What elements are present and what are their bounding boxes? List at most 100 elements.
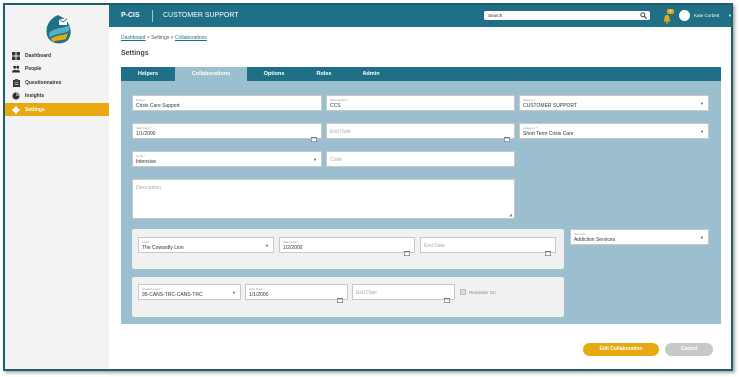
reminder-label: Reminder On xyxy=(469,289,496,295)
sidebar-item-settings[interactable]: Settings xyxy=(5,103,109,116)
user-name[interactable]: Kate Corbett xyxy=(694,13,719,18)
lead-select[interactable]: Lead * The Cowardly Lion ▼ xyxy=(138,237,274,253)
clipboard-icon xyxy=(12,78,20,87)
app-logo xyxy=(43,13,73,47)
sidebar-item-label: Insights xyxy=(25,93,45,99)
field-label: Name * xyxy=(136,98,147,102)
calendar-icon[interactable] xyxy=(337,290,343,303)
header-divider xyxy=(152,10,153,22)
questionnaire-select[interactable]: Questionnaire * 95-CANS-TRC-CANS-TRC ▼ xyxy=(138,284,241,300)
notification-badge: 4 xyxy=(667,9,674,14)
edit-collaboration-button[interactable]: Edit Collaboration xyxy=(583,343,659,356)
calendar-icon[interactable] xyxy=(311,129,317,142)
tab-roles[interactable]: Roles xyxy=(301,67,347,81)
chevron-down-icon: ▼ xyxy=(700,129,704,134)
field-label: Questionnaire * xyxy=(142,287,163,291)
people-icon xyxy=(12,65,20,73)
field-label: Start Date * xyxy=(136,126,152,130)
tab-helpers[interactable]: Helpers xyxy=(121,67,175,81)
field-value: 1/1/2000 xyxy=(249,292,269,298)
description-field[interactable]: Description ◢ xyxy=(132,179,515,219)
services-select[interactable]: Services Addiction Services ▼ xyxy=(570,229,709,245)
search-icon[interactable] xyxy=(640,12,647,19)
field-placeholder: End Date xyxy=(330,129,351,135)
gear-icon xyxy=(12,105,20,114)
dashboard-icon xyxy=(12,51,20,60)
tab-options[interactable]: Options xyxy=(247,67,301,81)
field-label: Lead * xyxy=(142,240,151,244)
chevron-down-icon: ▼ xyxy=(700,101,704,106)
reminder-checkbox[interactable] xyxy=(460,289,466,295)
avatar[interactable] xyxy=(679,10,690,21)
field-label: Agency * xyxy=(523,98,536,102)
module-name: CUSTOMER SUPPORT xyxy=(163,12,239,19)
field-value: Crisis Care Support xyxy=(136,103,180,109)
agency-select[interactable]: Agency * CUSTOMER SUPPORT ▼ xyxy=(519,95,709,111)
field-label: Start Date * xyxy=(249,287,265,291)
abbreviation-field[interactable]: Abbreviation * CCS xyxy=(326,95,515,111)
sidebar-item-dashboard[interactable]: Dashboard xyxy=(5,49,109,62)
field-label: Start Date * xyxy=(283,240,299,244)
questionnaire-section: Questionnaire * 95-CANS-TRC-CANS-TRC ▼ S… xyxy=(132,277,564,317)
lead-end-date-field[interactable]: End Date xyxy=(420,237,556,256)
breadcrumb-dashboard[interactable]: Dashboard xyxy=(121,35,145,41)
code-field[interactable]: Code xyxy=(326,151,515,167)
breadcrumb: Dashboard > Settings > Collaborations xyxy=(121,35,207,41)
chevron-down-icon: ▼ xyxy=(313,157,317,162)
page-title: Settings xyxy=(121,50,149,57)
calendar-icon[interactable] xyxy=(545,243,551,256)
sidebar-item-questionnaires[interactable]: Questionnaires xyxy=(5,76,109,89)
breadcrumb-collaborations[interactable]: Collaborations xyxy=(175,35,207,41)
field-value: CCS xyxy=(330,103,341,109)
app-window: Dashboard People Questionnaires Insights xyxy=(3,3,733,371)
resize-handle-icon[interactable]: ◢ xyxy=(509,212,512,217)
calendar-icon[interactable] xyxy=(404,243,410,256)
level-select[interactable]: Level * Intensive ▼ xyxy=(132,151,322,167)
field-value: Intensive xyxy=(136,159,157,165)
collaboration-form: Name * Crisis Care Support Abbreviation … xyxy=(121,81,721,324)
category-select[interactable]: Category * Short Term Crisis Care ▼ xyxy=(519,123,709,139)
sidebar-item-insights[interactable]: Insights xyxy=(5,90,109,103)
chevron-down-icon[interactable]: ▼ xyxy=(728,13,731,18)
pie-chart-icon xyxy=(12,92,20,100)
sidebar-item-label: Settings xyxy=(25,106,45,113)
field-label: Category * xyxy=(523,126,538,130)
tab-collaborations[interactable]: Collaborations xyxy=(175,67,247,81)
cancel-button[interactable]: Cancel xyxy=(665,343,713,356)
lead-start-date-field[interactable]: Start Date * 1/2/2000 xyxy=(279,237,415,256)
field-placeholder: Code xyxy=(330,157,342,163)
field-placeholder: Description xyxy=(136,185,162,191)
calendar-icon[interactable] xyxy=(444,290,450,303)
questionnaire-start-date-field[interactable]: Start Date * 1/1/2000 xyxy=(245,284,348,303)
end-date-field[interactable]: End Date xyxy=(326,123,515,142)
field-value: 1/1/2000 xyxy=(136,131,156,137)
sidebar-nav: Dashboard People Questionnaires Insights xyxy=(5,49,109,117)
sidebar-item-label: Dashboard xyxy=(25,52,52,59)
field-placeholder: End Date xyxy=(424,243,445,249)
chevron-down-icon: ▼ xyxy=(700,235,704,240)
field-placeholder: End Date xyxy=(356,290,377,296)
start-date-field[interactable]: Start Date * 1/1/2000 xyxy=(132,123,322,142)
top-header: P-CIS CUSTOMER SUPPORT Search 4 Kate Cor… xyxy=(109,5,731,27)
tab-bar: Helpers Collaborations Options Roles Adm… xyxy=(121,67,721,81)
chevron-down-icon: ▼ xyxy=(232,290,236,295)
field-value: 95-CANS-TRC-CANS-TRC xyxy=(142,292,203,298)
sidebar-item-people[interactable]: People xyxy=(5,63,109,76)
name-field[interactable]: Name * Crisis Care Support xyxy=(132,95,322,111)
reminder-toggle[interactable]: Reminder On xyxy=(460,289,496,295)
field-value: Addiction Services xyxy=(574,237,616,243)
field-label: Level * xyxy=(136,154,146,158)
field-value: The Cowardly Lion xyxy=(142,245,184,251)
sidebar-item-label: Questionnaires xyxy=(25,79,62,86)
sidebar-item-label: People xyxy=(25,66,42,72)
app-name: P-CIS xyxy=(121,12,140,19)
calendar-icon[interactable] xyxy=(504,129,510,142)
search-placeholder: Search xyxy=(488,13,503,18)
chevron-down-icon: ▼ xyxy=(265,243,269,248)
field-label: Services xyxy=(574,232,586,236)
lead-section: Lead * The Cowardly Lion ▼ Start Date * … xyxy=(132,229,564,269)
questionnaire-end-date-field[interactable]: End Date xyxy=(352,284,455,303)
field-value: 1/2/2000 xyxy=(283,245,303,251)
tab-admin[interactable]: Admin xyxy=(347,67,395,81)
search-input[interactable]: Search xyxy=(484,11,650,20)
